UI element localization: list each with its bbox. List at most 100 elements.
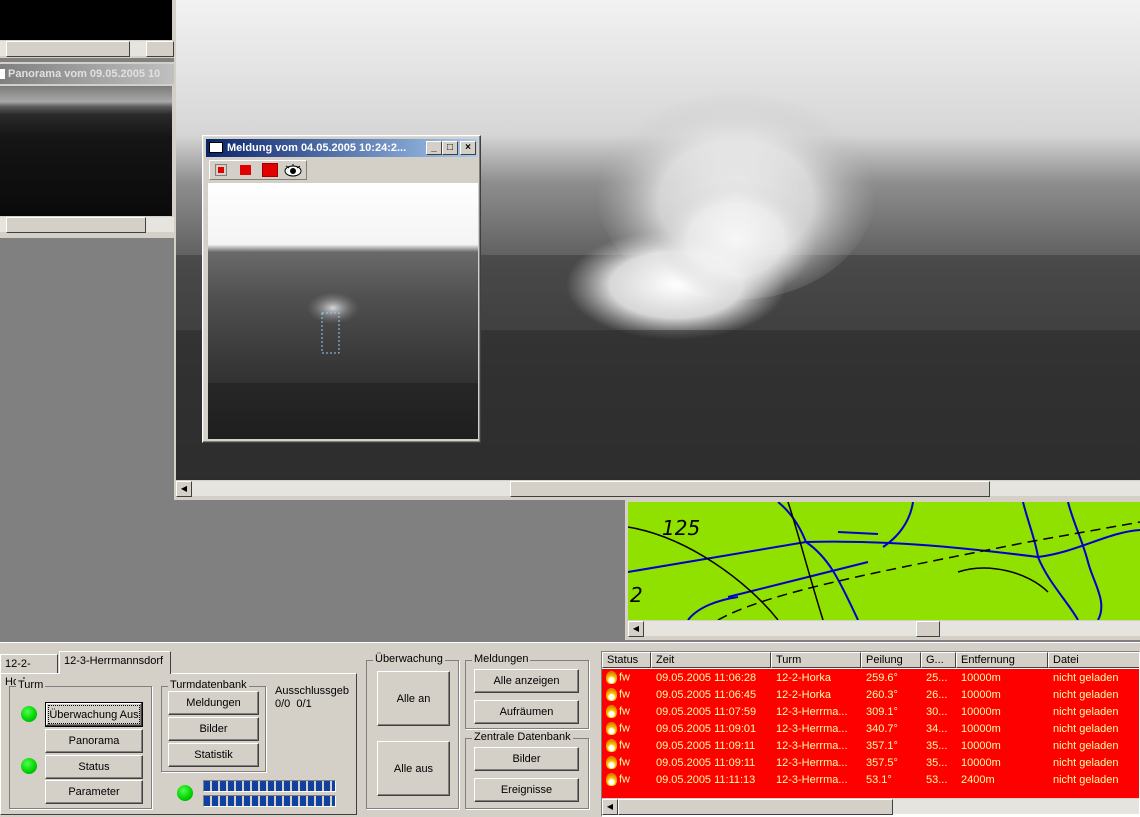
aufraeumen-button[interactable]: Aufräumen [474,700,579,724]
scroll-right-arrow[interactable] [146,41,174,57]
medium-square-icon[interactable] [240,165,251,175]
status-text: fw [619,688,630,701]
map-scrollbar[interactable]: ◀ [628,620,1140,637]
table-row[interactable]: fw 09.05.2005 11:06:45 12-2-Horka 260.3° 26.… [602,686,1139,703]
maximize-icon[interactable]: □ [442,141,458,155]
scroll-thumb[interactable] [6,41,130,57]
small-square-icon[interactable] [215,164,227,176]
event-table: fw 09.05.2005 11:06:28 12-2-Horka 259.6° 25.… [602,669,1139,788]
map-label-125: 125 [662,516,700,540]
table-row[interactable]: fw 09.05.2005 11:09:11 12-3-Herrma... 357.1… [602,737,1139,754]
table-row[interactable]: fw 09.05.2005 11:09:01 12-3-Herrma... 340.7… [602,720,1139,737]
control-panel: 12-2-Horka 12-3-Herrmannsdorf Turm Überw… [0,642,1140,817]
alle-an-button[interactable]: Alle an [377,671,450,726]
cell-status: fw [602,703,651,720]
close-icon[interactable]: × [460,141,476,155]
table-row[interactable]: fw 09.05.2005 11:07:59 12-3-Herrma... 309.1… [602,703,1139,720]
scroll-thumb[interactable] [6,217,146,233]
minimize-icon[interactable]: _ [426,141,442,155]
column-header-g[interactable]: G... [921,652,956,668]
cell-datei: nicht geladen [1053,722,1119,735]
cell-zeit: 09.05.2005 11:06:45 [656,688,757,701]
map-view[interactable]: 125 2 [628,502,1140,620]
table-row[interactable]: fw 09.05.2005 11:11:13 12-3-Herrma... 53.1°… [602,771,1139,788]
top-left-scrollbar[interactable] [0,40,174,57]
map-window: 125 2 ◀ [625,500,1140,640]
column-header-turm[interactable]: Turm [771,652,861,668]
alle-aus-button[interactable]: Alle aus [377,741,450,796]
eye-icon[interactable] [284,163,302,177]
status-led-icon [177,785,193,801]
tab-12-2-horka[interactable]: 12-2-Horka [0,654,58,688]
status-text: fw [619,756,630,769]
panorama-title: Panorama vom 09.05.2005 10 [8,68,161,80]
cell-status: fw [602,771,651,788]
cell-peilung: 357.5° [866,756,898,769]
large-square-icon[interactable] [262,163,278,177]
event-list-scrollbar[interactable]: ◀ [602,798,1139,815]
cell-turm: 12-3-Herrma... [776,756,848,769]
scroll-left-arrow[interactable]: ◀ [176,481,192,497]
cell-entfernung: 10000m [961,688,1001,701]
cell-status: fw [602,669,651,686]
cell-zeit: 09.05.2005 11:09:01 [656,722,757,735]
column-header-peilung[interactable]: Peilung [861,652,921,668]
cell-g: 30... [926,705,948,718]
meldungen-group-title: Meldungen [472,653,531,665]
cell-g: 53... [926,773,948,786]
status-button[interactable]: Status [45,755,143,779]
tab-12-3-herrmannsdorf[interactable]: 12-3-Herrmannsdorf [59,651,171,674]
progress-bar-2 [203,795,336,807]
bilder-button[interactable]: Bilder [168,717,259,741]
statistik-button[interactable]: Statistik [168,743,259,767]
cell-status: fw [602,686,651,703]
window-icon [0,69,5,80]
cell-zeit: 09.05.2005 11:06:28 [656,671,757,684]
cell-turm: 12-2-Horka [776,671,832,684]
meldung-toolbar [209,160,307,180]
scroll-left-arrow[interactable]: ◀ [602,799,618,815]
ereignisse-button[interactable]: Ereignisse [474,778,579,802]
scroll-thumb[interactable] [510,481,990,497]
window-icon [209,142,223,153]
fire-icon [606,756,617,769]
main-camera-scrollbar[interactable]: ◀ [176,480,1140,497]
zentrale-bilder-button[interactable]: Bilder [474,747,579,771]
status-text: fw [619,671,630,684]
panorama-button[interactable]: Panorama [45,729,143,753]
table-row[interactable]: fw 09.05.2005 11:09:11 12-3-Herrma... 357.5… [602,754,1139,771]
scroll-thumb[interactable] [618,799,893,815]
cell-datei: nicht geladen [1053,705,1119,718]
scroll-thumb[interactable] [916,621,940,637]
scroll-left-arrow[interactable]: ◀ [628,621,644,637]
column-header-datei[interactable]: Datei [1048,652,1139,668]
cell-datei: nicht geladen [1053,688,1119,701]
cell-turm: 12-3-Herrma... [776,773,848,786]
panorama-scrollbar[interactable] [0,216,174,233]
cell-peilung: 357.1° [866,739,898,752]
column-header-entfernung[interactable]: Entfernung [956,652,1048,668]
meldungen-button[interactable]: Meldungen [168,691,259,715]
meldung-titlebar[interactable]: Meldung vom 04.05.2005 10:24:2... _ □ × [206,139,477,157]
cell-entfernung: 10000m [961,756,1001,769]
cell-entfernung: 10000m [961,705,1001,718]
table-row[interactable]: fw 09.05.2005 11:06:28 12-2-Horka 259.6° 25.… [602,669,1139,686]
status-text: fw [619,739,630,752]
alle-anzeigen-button[interactable]: Alle anzeigen [474,669,579,693]
panorama-titlebar[interactable]: Panorama vom 09.05.2005 10 [0,64,174,84]
column-header-status[interactable]: Status [602,652,651,668]
fire-icon [606,688,617,701]
progress-bar-1 [203,780,336,792]
ueberwachung-aus-button[interactable]: Überwachung Aus [45,702,143,727]
cell-g: 26... [926,688,948,701]
fire-icon [606,773,617,786]
column-header-zeit[interactable]: Zeit [651,652,771,668]
top-left-video [0,0,172,40]
cell-peilung: 340.7° [866,722,898,735]
fire-icon [606,722,617,735]
ausschluss-label: Ausschlussgeb [275,685,349,697]
cell-entfernung: 2400m [961,773,995,786]
parameter-button[interactable]: Parameter [45,780,143,804]
status-led-icon [21,758,37,774]
top-left-window [0,0,174,58]
